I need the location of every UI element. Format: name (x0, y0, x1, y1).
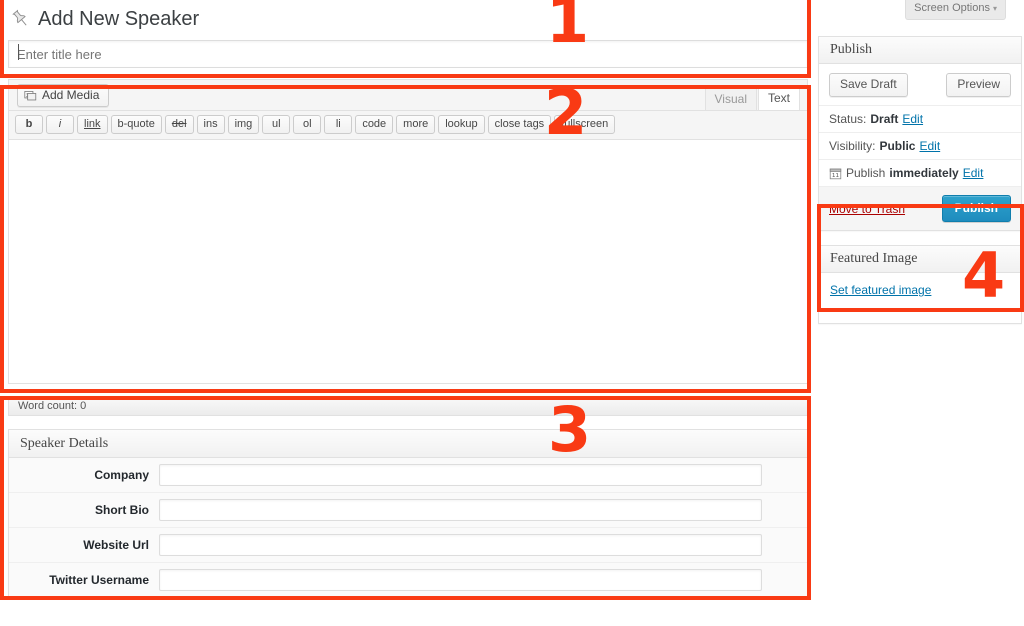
calendar-icon: 11 (829, 168, 842, 179)
label-twitter-username: Twitter Username (49, 573, 149, 587)
add-media-button[interactable]: Add Media (17, 84, 110, 107)
schedule-edit-link[interactable]: Edit (963, 166, 984, 180)
status-label: Status: (829, 112, 867, 126)
visibility-edit-link[interactable]: Edit (919, 139, 940, 153)
input-website-url[interactable] (159, 534, 762, 556)
speaker-details-section: Speaker Details Company Short Bio Websit… (8, 429, 808, 598)
publish-actions-row: Move to Trash Publish (819, 186, 1021, 230)
visibility-label: Visibility: (829, 139, 876, 153)
editor-content-textarea[interactable] (9, 140, 807, 383)
post-body-left-column: Add New Speaker Add Media Visual Text b (8, 4, 808, 598)
move-to-trash-link[interactable]: Move to Trash (829, 202, 905, 216)
status-value: Draft (870, 112, 899, 126)
pushpin-icon (12, 9, 27, 26)
quicktag-close-tags[interactable]: close tags (487, 115, 552, 134)
quicktag-fullscreen[interactable]: fullscreen (554, 115, 616, 134)
input-short-bio[interactable] (159, 499, 762, 521)
publish-button[interactable]: Publish (941, 195, 1011, 222)
visibility-value: Public (879, 139, 916, 153)
featured-image-section: Featured Image Set featured image (818, 245, 1022, 324)
schedule-label: Publish (846, 166, 886, 180)
set-featured-image-link[interactable]: Set featured image (830, 283, 931, 297)
field-row-short-bio: Short Bio (9, 493, 807, 528)
page-title-row: Add New Speaker (8, 4, 808, 34)
preview-button[interactable]: Preview (946, 73, 1011, 97)
publish-box-heading[interactable]: Publish (819, 37, 1021, 64)
input-twitter-username[interactable] (159, 569, 762, 591)
publish-top-actions: Save Draft Preview (819, 64, 1021, 105)
field-row-twitter-username: Twitter Username (9, 563, 807, 597)
chevron-down-icon: ▾ (992, 4, 997, 13)
quicktag-more[interactable]: more (396, 115, 436, 134)
editor-mode-tabs: Visual Text (704, 84, 800, 110)
quicktag-ul[interactable]: ul (262, 115, 291, 134)
add-media-label: Add Media (42, 88, 100, 102)
screen-options-button[interactable]: Screen Options ▾ (905, 0, 1006, 20)
title-section: Add New Speaker (8, 4, 808, 68)
tab-visual[interactable]: Visual (704, 87, 757, 110)
media-icon (24, 91, 37, 101)
publish-box: Publish Save Draft Preview Status: Draft… (818, 36, 1022, 231)
label-short-bio: Short Bio (95, 503, 149, 517)
quicktag-img[interactable]: img (227, 115, 260, 134)
quicktag-b-quote[interactable]: b-quote (110, 115, 162, 134)
tab-text[interactable]: Text (757, 86, 800, 110)
quicktag-code[interactable]: code (355, 115, 394, 134)
quicktag-ol[interactable]: ol (293, 115, 322, 134)
svg-text:11: 11 (832, 173, 840, 179)
screen-options-label: Screen Options (914, 2, 990, 14)
input-company[interactable] (159, 464, 762, 486)
status-row: Status: Draft Edit (819, 105, 1021, 132)
field-row-website-url: Website Url (9, 528, 807, 563)
schedule-value: immediately (889, 166, 959, 180)
featured-image-heading[interactable]: Featured Image (819, 246, 1021, 273)
title-input[interactable] (8, 40, 808, 68)
text-cursor (18, 44, 19, 60)
field-row-company: Company (9, 458, 807, 493)
status-edit-link[interactable]: Edit (902, 112, 923, 126)
speaker-details-heading[interactable]: Speaker Details (9, 430, 807, 458)
schedule-row: 11 Publish immediately Edit (819, 159, 1021, 186)
page-title: Add New Speaker (38, 8, 200, 30)
quicktags-toolbar: b i link b-quote del ins img ul ol li co… (9, 111, 807, 140)
editor-top-toolbar: Add Media Visual Text (9, 80, 807, 111)
word-count-bar: Word count: 0 (8, 396, 808, 416)
quicktag-i[interactable]: i (46, 115, 74, 134)
quicktag-lookup[interactable]: lookup (438, 115, 485, 134)
quicktag-link[interactable]: link (77, 115, 108, 134)
quicktag-li[interactable]: li (324, 115, 353, 134)
quicktag-ins[interactable]: ins (196, 115, 225, 134)
quicktag-b[interactable]: b (15, 115, 43, 134)
label-website-url: Website Url (83, 538, 149, 552)
visibility-row: Visibility: Public Edit (819, 132, 1021, 159)
editor-section: Add Media Visual Text b i link b-quote d… (8, 79, 808, 384)
save-draft-button[interactable]: Save Draft (829, 73, 908, 97)
quicktag-del[interactable]: del (164, 115, 194, 134)
word-count-label: Word count: 0 (18, 400, 87, 412)
sidebar-column: Publish Save Draft Preview Status: Draft… (818, 36, 1022, 338)
featured-image-body: Set featured image (819, 273, 1021, 323)
label-company: Company (94, 468, 149, 482)
